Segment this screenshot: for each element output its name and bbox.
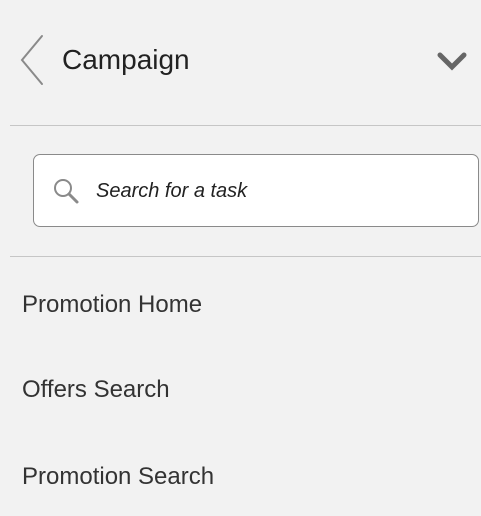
- panel-header: Campaign: [0, 0, 481, 125]
- task-panel: Campaign Promotion Home Offers Search Pr…: [0, 0, 481, 516]
- chevron-down-icon: [437, 52, 467, 71]
- panel-title: Campaign: [62, 44, 190, 75]
- header-divider: [10, 125, 481, 126]
- back-button[interactable]: [18, 34, 48, 86]
- search-divider: [10, 256, 481, 257]
- search-box[interactable]: [33, 154, 479, 227]
- collapse-button[interactable]: [434, 47, 470, 75]
- nav-item-promotion-home[interactable]: Promotion Home: [22, 285, 462, 325]
- nav-item-promotion-search[interactable]: Promotion Search: [22, 457, 462, 497]
- search-input[interactable]: [96, 175, 466, 207]
- chevron-left-icon: [20, 35, 43, 85]
- nav-item-offers-search[interactable]: Offers Search: [22, 370, 462, 410]
- search-icon: [52, 177, 80, 205]
